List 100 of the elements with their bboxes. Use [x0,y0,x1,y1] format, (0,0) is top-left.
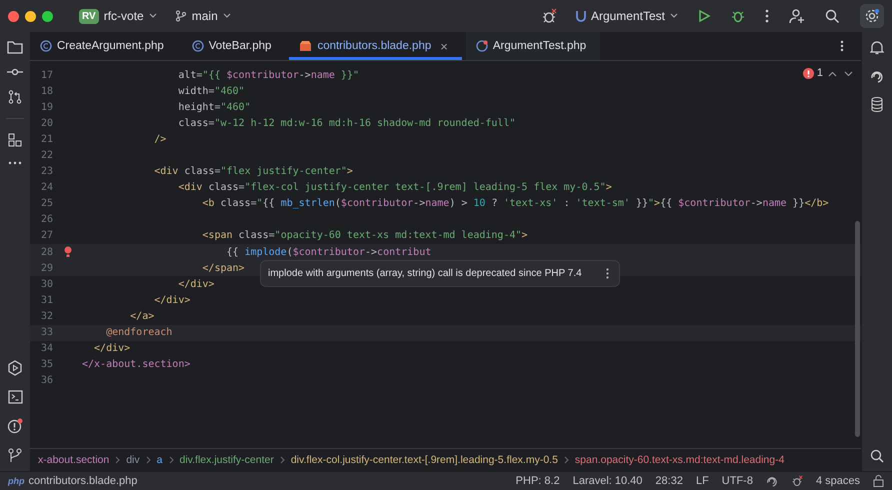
search-icon[interactable] [870,449,884,463]
line-number: 18 [40,86,53,97]
code-line: {{ implode($contributor->contribut [225,246,432,258]
breadcrumb-item[interactable]: a [156,454,162,466]
more-tools-icon[interactable] [8,161,22,165]
run-configuration-selector[interactable]: ArgumentTest [570,6,684,26]
breadcrumb-item[interactable]: x-about.section [38,454,110,466]
chevron-icon [115,456,120,464]
lock-icon[interactable] [873,475,884,487]
file-name[interactable]: contributors.blade.php [28,475,138,487]
cursor-position[interactable]: 28:32 [655,475,683,487]
more-icon[interactable] [765,9,769,23]
line-number: 19 [40,102,53,113]
line-number: 34 [40,343,53,354]
line-number: 24 [40,182,53,194]
code-line: </x-about.section> [82,359,190,370]
php-version[interactable]: PHP: 8.2 [516,475,560,487]
database-icon[interactable] [871,97,883,112]
previous-problem-icon[interactable] [828,71,837,77]
code-line: class="w-12 h-12 md:w-16 md:h-16 shadow-md rounded-full" [177,118,516,129]
structure-icon[interactable] [8,133,22,147]
line-number: 36 [40,375,53,386]
editor-tab[interactable]: CreateArgument.php [30,32,178,60]
code-line: </div> [93,343,130,354]
swirl-icon[interactable] [766,475,778,487]
chevron-icon [146,456,151,464]
editor-tab[interactable]: ArgumentTest.php [466,32,600,60]
chevron-icon [168,456,174,464]
code-line: <div class="flex-col justify-center text-[.9rem] leading-5 flex my-0.5"> [177,182,612,194]
search-icon[interactable] [825,8,840,24]
blade-file-icon [299,40,312,52]
caret-icon [148,13,157,19]
scrollbar-thumb[interactable] [855,221,860,437]
git-icon[interactable] [8,448,22,463]
laravel-version[interactable]: Laravel: 10.40 [572,475,642,487]
chevron-icon [280,456,285,464]
class-file-icon [192,40,204,52]
commit-icon[interactable] [7,68,23,76]
zoom-window-button[interactable] [42,10,53,22]
run-panel-icon[interactable] [7,360,23,376]
branch-selector[interactable]: main [168,6,237,26]
line-number: 35 [40,359,53,370]
bug-icon[interactable] [790,475,803,487]
branch-icon [174,10,187,22]
line-number: 22 [40,150,53,162]
line-number: 33 [40,327,53,338]
code-line: </span> [201,262,245,274]
tab-options-icon[interactable] [840,40,844,52]
php-file-label: php [8,476,24,486]
terminal-icon[interactable] [8,390,22,404]
line-number: 21 [40,134,53,145]
line-number: 27 [40,230,53,242]
line-number: 32 [40,310,53,322]
run-icon[interactable] [697,9,711,23]
line-number: 25 [40,198,53,210]
tooltip-options-icon[interactable] [606,268,609,279]
test-class-icon [476,40,488,52]
close-window-button[interactable] [8,10,19,22]
code-line: <span class="opacity-60 text-xs md:text-md leading-4"> [201,230,528,242]
next-problem-icon[interactable] [844,71,853,77]
pull-request-icon[interactable] [8,90,22,104]
breadcrumb-item[interactable]: div [126,454,140,466]
caret-icon [222,13,231,19]
project-selector[interactable]: RV rfc-vote [73,6,163,26]
test-config-icon [576,10,586,22]
breadcrumb-item[interactable]: span.opacity-60.text-xs.md:text-md.leading-4 [574,454,784,466]
line-number: 31 [40,294,53,306]
chevron-icon [564,456,569,464]
settings-icon[interactable] [860,4,884,28]
code-line: </div> [153,294,190,306]
close-tab-button[interactable]: × [440,38,448,54]
notifications-icon[interactable] [870,40,884,55]
code-line: </a> [129,310,154,322]
caret-icon [670,13,678,19]
file-encoding[interactable]: UTF-8 [722,475,753,487]
minimize-window-button[interactable] [25,10,36,22]
line-number: 29 [40,262,53,274]
code-line: <b class="{{ mb_strlen($contributor->name) > 10 ? 'text-xs' : 'text-sm' }}">{{ $contributor->name }}</b> [201,198,829,210]
editor-tab[interactable]: VoteBar.php [182,32,286,60]
bulb-icon[interactable] [64,246,72,258]
line-number: 26 [40,214,53,226]
swirl-icon[interactable] [870,69,884,83]
breadcrumb-item[interactable]: div.flex-col.justify-center.text-[.9rem].leading-5.flex.my-0.5 [290,454,558,466]
line-number: 17 [40,70,53,81]
line-number: 20 [40,118,53,129]
tooltip-message: implode with arguments (array, string) call is deprecated since PHP 7.4 [268,268,582,279]
add-user-icon[interactable] [789,8,805,24]
code-line: alt="{{ $contributor->name }}" [177,70,359,81]
line-number: 28 [40,246,53,258]
class-file-icon [40,40,52,52]
breadcrumb-item[interactable]: div.flex.justify-center [180,454,274,466]
problems-icon[interactable] [7,418,23,434]
bug-icon[interactable] [540,8,557,24]
code-line: </div> [177,278,214,290]
code-line: <div class="flex justify-center"> [153,166,353,178]
debug-icon[interactable] [731,9,745,23]
code-line: height="460" [177,102,251,113]
folder-icon[interactable] [7,40,23,54]
indent-setting[interactable]: 4 spaces [816,475,860,487]
line-ending[interactable]: LF [696,475,709,487]
